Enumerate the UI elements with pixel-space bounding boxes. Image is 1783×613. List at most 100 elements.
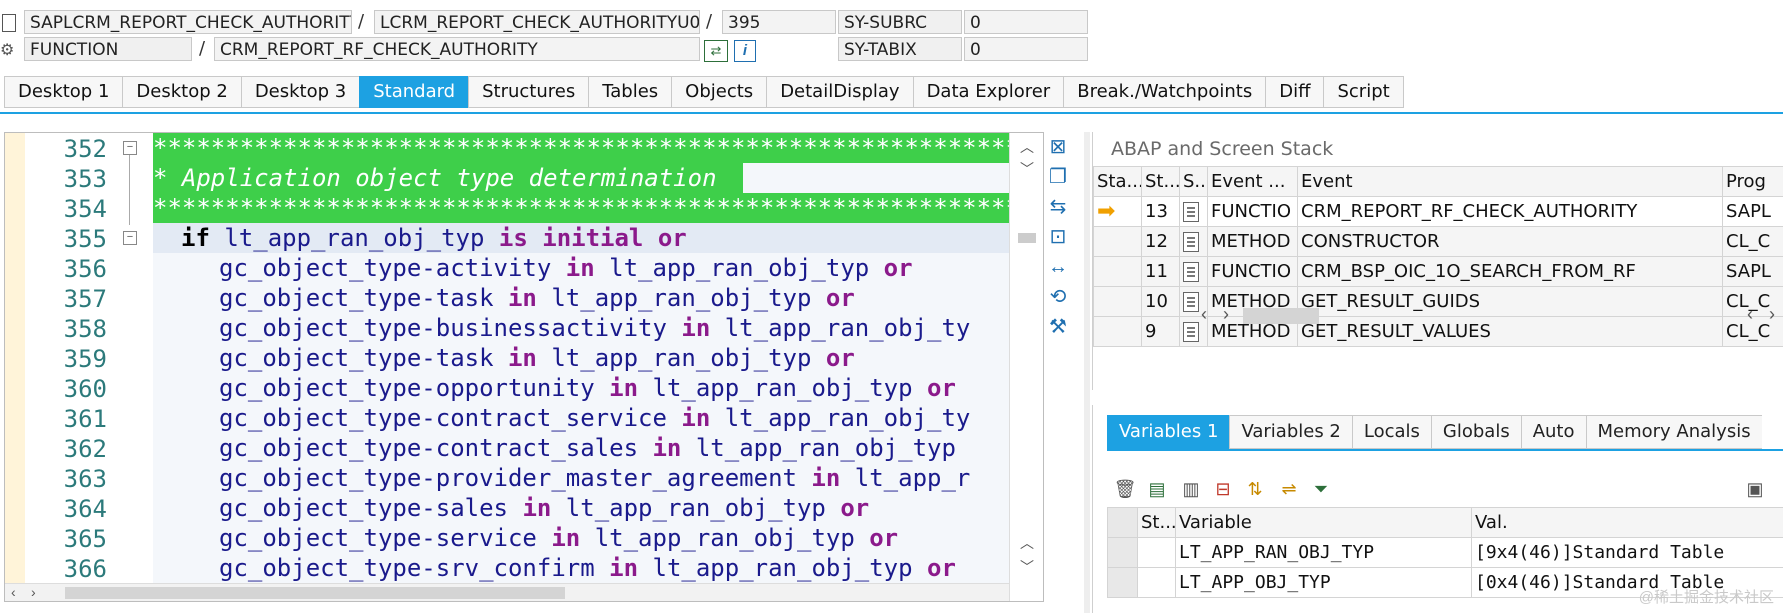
program-name: SAPL xyxy=(1722,196,1783,227)
function-name-field[interactable]: CRM_REPORT_RF_CHECK_AUTHORITY xyxy=(214,37,700,61)
delete-icon[interactable]: 🗑 xyxy=(1113,477,1137,501)
tab-desktop-1[interactable]: Desktop 1 xyxy=(4,76,123,108)
collapse-icon[interactable]: − xyxy=(123,231,137,245)
maximize-icon[interactable]: ⊡ xyxy=(1044,224,1072,250)
save-icon[interactable]: ▣ xyxy=(1743,477,1767,501)
column-header[interactable]: S.. xyxy=(1179,166,1208,197)
resize-icon[interactable]: ↔ xyxy=(1044,254,1072,280)
settings-icon[interactable]: ⚙ xyxy=(0,40,14,60)
scroll-right-icon[interactable]: › xyxy=(1769,304,1775,328)
keyword: in xyxy=(522,494,552,522)
tab-variables-1[interactable]: Variables 1 xyxy=(1107,415,1230,449)
scroll-left-icon[interactable]: ‹ xyxy=(1201,304,1207,328)
scroll-down-icon[interactable]: ﹀ xyxy=(1020,557,1034,577)
variable-name[interactable]: LT_APP_RAN_OBJ_TYP xyxy=(1175,537,1472,568)
breakpoint-gutter[interactable] xyxy=(5,133,26,601)
remove-icon[interactable]: ⊟ xyxy=(1211,477,1235,501)
filter-icon[interactable]: ⏷ xyxy=(1309,477,1333,501)
tab-objects[interactable]: Objects xyxy=(671,76,767,108)
variable-value[interactable]: [9x4(46)]Standard Table xyxy=(1471,537,1783,568)
navigate-icon[interactable]: ⇄ xyxy=(704,40,728,62)
close-icon[interactable]: ⊠ xyxy=(1044,134,1072,160)
line-field[interactable]: 395 xyxy=(722,10,836,34)
column-header[interactable]: Event xyxy=(1297,166,1723,197)
table-row[interactable]: 10 METHOD GET_RESULT_GUIDS CL_C xyxy=(1093,286,1783,317)
table-row[interactable]: 12 METHOD CONSTRUCTOR CL_C xyxy=(1093,226,1783,257)
table-row[interactable]: LT_APP_RAN_OBJ_TYP [9x4(46)]Standard Tab… xyxy=(1107,537,1783,568)
scroll-left-icon[interactable]: ‹ xyxy=(1747,304,1753,328)
tab-auto[interactable]: Auto xyxy=(1520,415,1586,449)
sort-icon[interactable]: ⇅ xyxy=(1243,477,1267,501)
column-header[interactable]: Prog xyxy=(1722,166,1783,197)
import-icon[interactable]: ▤ xyxy=(1145,477,1169,501)
splitter[interactable] xyxy=(1084,132,1090,613)
column-header[interactable]: Sta... xyxy=(1093,166,1142,197)
table-row[interactable]: 11 FUNCTIO CRM_BSP_OIC_1O_SEARCH_FROM_RF… xyxy=(1093,256,1783,287)
include-field[interactable]: LCRM_REPORT_CHECK_AUTHORITYU09 xyxy=(374,10,700,34)
identifier: gc_object_type-provider_master_agreement xyxy=(219,464,812,492)
tab-desktop-2[interactable]: Desktop 2 xyxy=(122,76,241,108)
tab-structures[interactable]: Structures xyxy=(468,76,589,108)
keyword: or xyxy=(927,374,956,402)
scroll-right-icon[interactable]: › xyxy=(1223,304,1229,328)
variable-name[interactable]: LT_APP_OBJ_TYP xyxy=(1175,567,1472,598)
column-header[interactable]: St... xyxy=(1137,507,1176,538)
identifier: lt_app_ran_obj_typ xyxy=(536,344,826,372)
identifier: gc_object_type-contract_sales xyxy=(219,434,653,462)
line-number: 357 xyxy=(63,285,107,313)
tab-diff[interactable]: Diff xyxy=(1265,76,1324,108)
column-header[interactable]: St... xyxy=(1141,166,1180,197)
tab-detail-display[interactable]: DetailDisplay xyxy=(766,76,913,108)
swap-icon[interactable]: ⇆ xyxy=(1044,194,1072,220)
document-icon xyxy=(2,14,16,32)
code-area[interactable]: ****************************************… xyxy=(153,133,1009,601)
transfer-icon[interactable]: ⇌ xyxy=(1277,477,1301,501)
tab-desktop-3[interactable]: Desktop 3 xyxy=(240,76,360,108)
event-name: GET_RESULT_GUIDS xyxy=(1297,286,1723,317)
horizontal-scrollbar[interactable]: ‹ › xyxy=(5,583,1009,601)
column-header[interactable]: Event ... xyxy=(1207,166,1298,197)
column-header[interactable]: Variable xyxy=(1175,507,1472,538)
tab-breakpoints[interactable]: Break./Watchpoints xyxy=(1063,76,1266,108)
info-icon[interactable]: i xyxy=(734,40,756,62)
scroll-thumb[interactable] xyxy=(1243,308,1319,324)
identifier: lt_app_r xyxy=(840,464,971,492)
line-number: 353 xyxy=(63,165,107,193)
table-row[interactable]: 9 METHOD GET_RESULT_VALUES CL_C xyxy=(1093,316,1783,347)
sy-subrc-value: 0 xyxy=(964,10,1088,34)
scroll-right-icon[interactable]: › xyxy=(31,584,36,600)
code-line: gc_object_type-contract_sales in lt_app_… xyxy=(219,433,956,463)
export-icon[interactable]: ▥ xyxy=(1179,477,1203,501)
scroll-down-icon[interactable]: ﹀ xyxy=(1020,159,1034,179)
scroll-thumb[interactable] xyxy=(1018,233,1036,243)
tab-locals[interactable]: Locals xyxy=(1351,415,1431,449)
tab-variables-2[interactable]: Variables 2 xyxy=(1229,415,1352,449)
column-header[interactable]: Val. xyxy=(1471,507,1783,538)
scroll-thumb[interactable] xyxy=(65,587,565,599)
keyword: or xyxy=(883,254,913,282)
type-field: FUNCTION xyxy=(24,37,192,61)
scroll-up-icon[interactable]: ︿ xyxy=(1020,533,1034,553)
program-field[interactable]: SAPLCRM_REPORT_CHECK_AUTHORITY xyxy=(24,10,352,34)
source-editor[interactable]: 352 353 354 355 356 357 358 359 360 361 … xyxy=(4,132,1044,602)
tool-settings-icon[interactable]: ⚒ xyxy=(1044,314,1072,340)
tab-standard[interactable]: Standard xyxy=(359,76,469,108)
scroll-up-icon[interactable]: ︿ xyxy=(1020,137,1034,157)
identifier: lt_app_ran_obj_ty xyxy=(710,314,971,342)
identifier: gc_object_type-srv_confirm xyxy=(219,554,610,582)
table-row[interactable]: ➡ 13 FUNCTIO CRM_REPORT_RF_CHECK_AUTHORI… xyxy=(1093,196,1783,227)
line-number: 364 xyxy=(63,495,107,523)
tab-globals[interactable]: Globals xyxy=(1430,415,1521,449)
collapse-icon[interactable]: − xyxy=(123,141,137,155)
line-number: 352 xyxy=(63,135,107,163)
keyword: or xyxy=(869,524,899,552)
vertical-scrollbar[interactable]: ︿ ﹀ ︿ ﹀ xyxy=(1009,133,1043,601)
tab-memory-analysis[interactable]: Memory Analysis xyxy=(1585,415,1762,449)
tab-tables[interactable]: Tables xyxy=(588,76,672,108)
tab-script[interactable]: Script xyxy=(1323,76,1404,108)
tab-data-explorer[interactable]: Data Explorer xyxy=(912,76,1064,108)
new-window-icon[interactable]: ❐ xyxy=(1044,164,1072,190)
refresh-icon[interactable]: ⟲ xyxy=(1044,284,1072,310)
fold-column: − − xyxy=(113,133,153,601)
scroll-left-icon[interactable]: ‹ xyxy=(11,584,16,600)
